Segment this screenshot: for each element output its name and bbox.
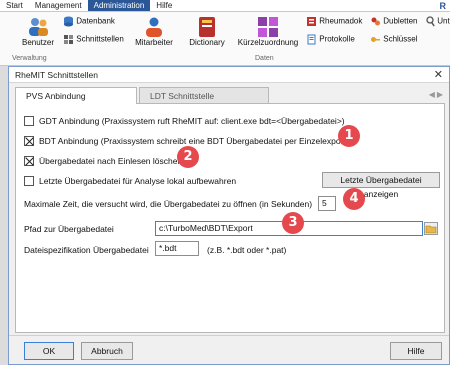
help-button[interactable]: Hilfe — [390, 342, 442, 360]
filespec-label: Dateispezifikation Übergabedatei — [24, 245, 149, 255]
ribbon-rheumadok-button[interactable]: Rheumadok — [306, 16, 362, 27]
app-background-panel — [0, 66, 8, 365]
menu-start[interactable]: Start — [0, 0, 29, 11]
max-time-label: Maximale Zeit, die versucht wird, die Üb… — [24, 199, 313, 209]
protocol-icon — [307, 34, 316, 45]
ribbon-dictionary-label: Dictionary — [189, 38, 225, 47]
dialog-title: RheMIT Schnittstellen — [15, 69, 98, 80]
annotation-badge-4: 4 — [343, 188, 365, 210]
key-icon — [371, 37, 380, 42]
interfaces-icon — [64, 35, 73, 44]
cancel-button[interactable]: Abbruch — [81, 342, 133, 360]
delete-after-read-checkbox[interactable] — [24, 156, 34, 166]
ribbon-benutzer-button[interactable]: Benutzer — [18, 16, 58, 47]
app-ribbon: Benutzer Verwaltung Datenbank Schnittste… — [0, 12, 450, 66]
ribbon-mitarbeiter-button[interactable]: Mitarbeiter — [130, 16, 178, 47]
dialog-tabs: PVS Anbindung LDT Schnittstelle ◀▶ — [15, 87, 445, 104]
ribbon-schnittstellen-button[interactable]: Schnittstellen — [63, 34, 124, 45]
ribbon-rheumadok-label: Rheumadok — [319, 16, 363, 26]
ribbon-protokolle-button[interactable]: Protokolle — [306, 34, 355, 45]
ribbon-unt-button[interactable]: Unt — [426, 16, 450, 27]
filespec-hint: (z.B. *.bdt oder *.pat) — [207, 245, 287, 255]
max-time-input[interactable]: 5 — [318, 196, 336, 211]
ribbon-kuerzelzuordnung-button[interactable]: Kürzelzuordnung — [235, 16, 301, 47]
annotation-badge-1: 1 — [338, 125, 360, 147]
annotation-badge-2: 2 — [177, 146, 199, 168]
ribbon-benutzer-label: Benutzer — [21, 38, 55, 47]
menu-administration[interactable]: Administration — [87, 0, 151, 11]
annotation-badge-3: 3 — [282, 212, 304, 234]
ribbon-unt-label: Unt — [437, 16, 450, 26]
ribbon-dubletten-button[interactable]: Dubletten — [370, 16, 417, 27]
delete-after-read-option[interactable]: Übergabedatei nach Einlesen löschen — [24, 156, 182, 166]
ribbon-dubletten-label: Dubletten — [383, 16, 418, 26]
delete-after-read-label: Übergabedatei nach Einlesen löschen — [39, 156, 183, 166]
keep-last-option[interactable]: Letzte Übergabedatei für Analyse lokal a… — [24, 176, 236, 186]
group-verwaltung-label: Verwaltung — [12, 55, 47, 62]
tab-scroll-arrows-icon[interactable]: ◀▶ — [429, 90, 445, 99]
ribbon-schnittstellen-label: Schnittstellen — [76, 34, 124, 44]
tab-ldt-schnittstelle[interactable]: LDT Schnittstelle — [139, 87, 269, 103]
close-icon[interactable]: ✕ — [434, 68, 443, 81]
bdt-label: BDT Anbindung (Praxissystem schreibt ein… — [39, 136, 349, 146]
ribbon-kuerzelzuordnung-label: Kürzelzuordnung — [237, 38, 299, 47]
pvs-anbindung-panel: GDT Anbindung (Praxissystem ruft RheMIT … — [15, 103, 445, 333]
dictionary-icon — [199, 17, 215, 37]
app-corner-label: R — [439, 1, 447, 11]
database-icon — [64, 16, 73, 27]
show-last-file-button[interactable]: Letzte Übergabedatei anzeigen — [322, 172, 440, 199]
ribbon-dictionary-button[interactable]: Dictionary — [185, 16, 229, 47]
ok-button[interactable]: OK — [24, 342, 74, 360]
app-menubar: Start Management Administration Hilfe R — [0, 0, 450, 12]
ribbon-mitarbeiter-label: Mitarbeiter — [135, 38, 173, 47]
gdt-option[interactable]: GDT Anbindung (Praxissystem ruft RheMIT … — [24, 116, 345, 126]
menu-hilfe[interactable]: Hilfe — [150, 0, 178, 11]
users-icon — [29, 18, 48, 36]
footer-separator — [9, 335, 449, 336]
path-label: Pfad zur Übergabedatei — [24, 224, 114, 234]
schnittstellen-dialog: RheMIT Schnittstellen ✕ PVS Anbindung LD… — [8, 66, 450, 365]
browse-folder-button[interactable] — [424, 222, 438, 235]
rheumadok-icon — [307, 17, 316, 26]
menu-management[interactable]: Management — [29, 0, 88, 11]
keep-last-checkbox[interactable] — [24, 176, 34, 186]
bdt-checkbox[interactable] — [24, 136, 34, 146]
keep-last-label: Letzte Übergabedatei für Analyse lokal a… — [39, 176, 237, 186]
ribbon-datenbank-button[interactable]: Datenbank — [63, 16, 115, 27]
ribbon-schluessel-button[interactable]: Schlüssel — [370, 34, 417, 45]
tab-pvs-anbindung[interactable]: PVS Anbindung — [15, 87, 137, 104]
ribbon-schluessel-label: Schlüssel — [383, 34, 418, 44]
bdt-option[interactable]: BDT Anbindung (Praxissystem schreibt ein… — [24, 136, 349, 146]
group-daten-label: Daten — [255, 55, 274, 62]
ribbon-datenbank-label: Datenbank — [76, 16, 115, 26]
gdt-checkbox[interactable] — [24, 116, 34, 126]
search-icon — [426, 16, 435, 27]
ribbon-protokolle-label: Protokolle — [319, 34, 355, 44]
duplicates-icon — [371, 17, 380, 26]
mapping-icon — [258, 17, 278, 37]
filespec-input[interactable]: *.bdt — [155, 241, 199, 256]
folder-icon — [425, 225, 437, 234]
employee-icon — [146, 17, 162, 37]
gdt-label: GDT Anbindung (Praxissystem ruft RheMIT … — [39, 116, 345, 126]
dialog-titlebar[interactable]: RheMIT Schnittstellen ✕ — [9, 67, 449, 83]
